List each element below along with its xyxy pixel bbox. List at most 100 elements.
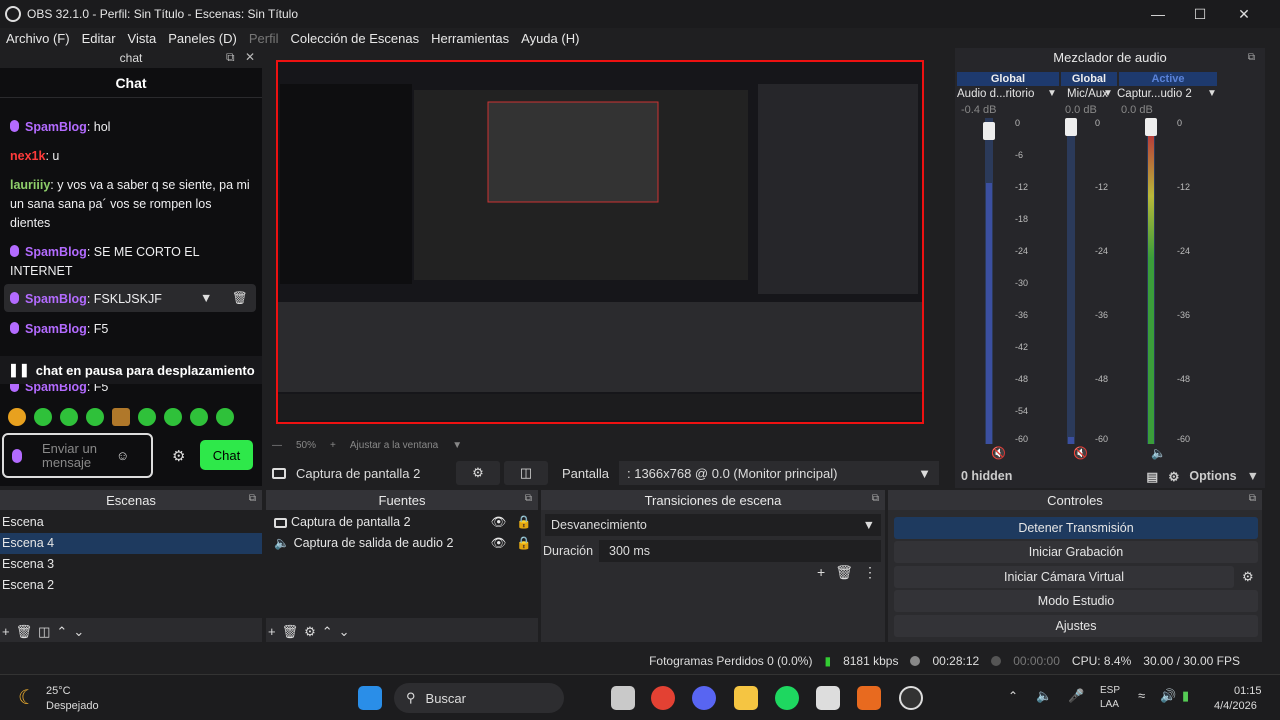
menu-editar[interactable]: Editar [76,31,122,46]
float-icon[interactable]: ⧉ [249,493,256,504]
microphone-icon[interactable]: 🎤 [1068,688,1084,704]
fl-studio-icon[interactable] [857,686,881,710]
add-icon[interactable]: + [268,624,276,640]
emote-icon[interactable] [216,408,234,426]
file-explorer-icon[interactable] [734,686,758,710]
gear-icon[interactable]: ⚙ [304,624,316,640]
menu-archivo[interactable]: Archivo (F) [0,31,76,46]
chevron-up-icon[interactable]: ⌃ [1008,689,1018,703]
chat-username[interactable]: lauriiiy [10,178,50,192]
more-icon[interactable]: ⋮ [863,564,877,581]
menu-paneles[interactable]: Paneles (D) [162,31,243,46]
start-virtual-camera-button[interactable]: Iniciar Cámara Virtual [894,566,1234,588]
preview-canvas[interactable] [276,60,924,424]
discord-icon[interactable] [692,686,716,710]
emote-icon[interactable] [8,408,26,426]
menu-herramientas[interactable]: Herramientas [425,31,515,46]
chevron-down-icon[interactable]: ▼ [1047,88,1057,99]
delete-message-icon[interactable]: 🗑 [232,289,248,308]
wifi-icon[interactable]: ≈ [1138,688,1145,703]
emote-icon[interactable] [86,408,104,426]
gear-icon[interactable]: ⚙ [1242,569,1254,585]
settings-button[interactable]: Ajustes [894,615,1258,637]
fit-window-button[interactable]: Ajustar a la ventana [350,440,438,451]
emoji-icon[interactable]: ☺ [116,448,129,463]
chat-send-button[interactable]: Chat [200,440,253,470]
language-code[interactable]: ESP [1100,685,1120,696]
mixer-tab-global-2[interactable]: Global [1061,72,1117,86]
chevron-down-icon[interactable]: ⌄ [73,624,84,640]
volume-handle[interactable] [1065,118,1077,136]
chat-username[interactable]: SpamBlog [25,322,87,336]
emote-icon[interactable] [60,408,78,426]
stop-streaming-button[interactable]: Detener Transmisión [894,517,1258,539]
chat-username[interactable]: SpamBlog [25,292,87,306]
float-icon[interactable]: ⧉ [226,50,235,65]
taskbar-search[interactable]: ⚲ Buscar [394,683,564,713]
clock-time[interactable]: 01:15 [1234,685,1262,697]
float-icon[interactable]: ⧉ [525,493,532,504]
chrome-icon[interactable] [651,686,675,710]
start-recording-button[interactable]: Iniciar Grabación [894,541,1258,563]
options-button[interactable]: Options [1189,469,1236,483]
speaker-icon[interactable]: 🔈 [1151,446,1166,460]
scene-item[interactable]: Escena [0,512,262,533]
emote-icon[interactable] [112,408,130,426]
scene-item-selected[interactable]: Escena 4 [0,533,262,554]
muted-speaker-icon[interactable]: 🔇 [991,446,1006,460]
task-view-icon[interactable] [611,686,635,710]
speaker-icon[interactable]: 🔈 [1036,688,1052,704]
chevron-up-icon[interactable]: ⌃ [56,624,67,640]
spotify-icon[interactable] [775,686,799,710]
chevron-down-icon[interactable]: ⌄ [339,624,350,640]
chat-settings-icon[interactable]: ⚙ [172,447,185,465]
zoom-in-icon[interactable]: + [330,440,336,451]
close-button[interactable]: ✕ [1222,0,1266,28]
emote-icon[interactable] [164,408,182,426]
chevron-up-icon[interactable]: ⌃ [322,624,333,640]
chat-username[interactable]: nex1k [10,149,45,163]
scene-item[interactable]: Escena 3 [0,554,262,575]
app-icon[interactable] [816,686,840,710]
chevron-down-icon[interactable]: ▼ [1103,88,1113,99]
lock-icon[interactable]: 🔒 [516,533,532,554]
chat-username[interactable]: SpamBlog [25,245,87,259]
chat-input[interactable]: Enviar un mensaje ☺ [2,433,153,478]
eye-icon[interactable]: 👁 [491,512,507,533]
muted-speaker-icon[interactable]: 🔇 [1073,446,1088,460]
minimize-button[interactable]: — [1136,0,1180,28]
filter-icon[interactable]: ◫ [38,624,50,640]
zoom-out-icon[interactable]: — [272,440,282,451]
emote-icon[interactable] [138,408,156,426]
gear-icon[interactable]: ⚙ [1168,469,1179,484]
mixer-tab-active[interactable]: Active [1119,72,1217,86]
chat-username[interactable]: SpamBlog [25,120,87,134]
volume-slider-track[interactable] [1147,118,1155,444]
add-icon[interactable]: + [817,564,825,581]
zoom-dropdown-icon[interactable]: ▼ [452,440,462,451]
float-icon[interactable]: ⧉ [1248,52,1255,63]
source-item[interactable]: Captura de pantalla 2 👁 🔒 [266,512,538,533]
weather-text[interactable]: Despejado [46,700,99,712]
weather-temp[interactable]: 25°C [46,685,71,697]
eye-icon[interactable]: 👁 [491,533,507,554]
maximize-button[interactable]: ☐ [1178,0,1222,28]
trash-icon[interactable]: 🗑 [282,624,299,640]
menu-ayuda[interactable]: Ayuda (H) [515,31,585,46]
mixer-tab-global[interactable]: Global [957,72,1059,86]
source-filters-button[interactable]: ◫ [504,461,548,485]
scene-item[interactable]: Escena 2 [0,575,262,596]
volume-slider-track[interactable] [985,118,993,444]
volume-slider-track[interactable] [1067,118,1075,444]
clock-date[interactable]: 4/4/2026 [1214,700,1257,712]
chevron-down-icon[interactable]: ▼ [1207,88,1217,99]
float-icon[interactable]: ⧉ [872,493,879,504]
display-select[interactable]: : 1366x768 @ 0.0 (Monitor principal) ▼ [618,461,939,485]
menu-perfil[interactable]: Perfil [243,31,285,46]
float-icon[interactable]: ⧉ [1249,493,1256,504]
trash-icon[interactable]: 🗑 [16,624,33,640]
add-icon[interactable]: + [2,624,10,640]
transition-select[interactable]: Desvanecimiento ▼ [545,514,881,536]
volume-handle[interactable] [1145,118,1157,136]
windows-start-icon[interactable] [358,686,382,710]
